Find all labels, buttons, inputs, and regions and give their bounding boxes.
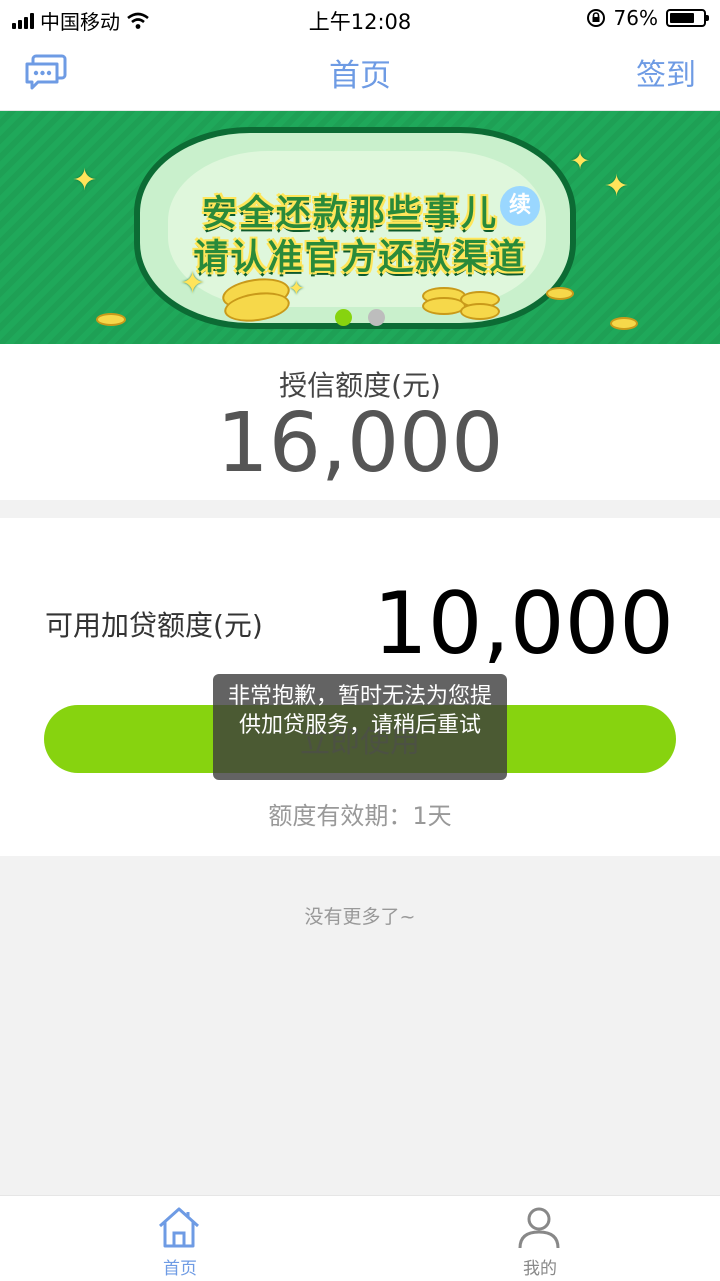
carousel-dot[interactable]	[335, 309, 352, 326]
banner-carousel[interactable]: 安全还款那些事儿 续 请认准官方还款渠道 ✦ ✦ ✦ ✦ ✦	[0, 111, 720, 344]
sparkle-icon: ✦	[72, 163, 98, 198]
credit-card: 授信额度(元) 16,000	[0, 344, 720, 500]
credit-value: 16,000	[216, 396, 504, 491]
profile-icon	[518, 1207, 560, 1249]
sparkle-icon: ✦	[604, 169, 630, 204]
sparkle-icon: ✦	[570, 147, 591, 175]
coin-icon	[546, 287, 574, 300]
list-footer: 没有更多了~	[304, 906, 416, 928]
tab-home-label: 首页	[163, 1259, 197, 1279]
toast-message: 非常抱歉，暂时无法为您提供加贷服务，请稍后重试	[213, 674, 507, 780]
nav-bar: 首页 签到	[0, 36, 720, 111]
battery-icon	[666, 9, 709, 27]
tab-profile[interactable]: 我的	[360, 1196, 720, 1281]
status-bar: 中国移动 上午12:08 76%	[0, 0, 720, 36]
loan-label: 可用加贷额度(元)	[45, 609, 263, 642]
carousel-indicator	[0, 309, 720, 326]
checkin-button[interactable]: 签到	[636, 50, 696, 94]
tab-profile-label: 我的	[523, 1259, 557, 1279]
banner-badge: 续	[500, 186, 540, 226]
tab-bar: 首页 我的	[0, 1195, 720, 1281]
sparkle-icon: ✦	[288, 276, 305, 300]
battery-percent: 76%	[613, 6, 658, 30]
tab-home[interactable]: 首页	[0, 1196, 360, 1281]
sparkle-icon: ✦	[180, 266, 206, 301]
carousel-dot[interactable]	[368, 309, 385, 326]
page-title: 首页	[329, 58, 391, 94]
home-icon	[158, 1207, 200, 1248]
banner-line-2: 请认准官方还款渠道	[193, 238, 527, 278]
loan-value: 10,000	[373, 574, 674, 674]
rotation-lock-icon	[586, 9, 605, 27]
validity-text: 额度有效期：1天	[268, 802, 452, 830]
